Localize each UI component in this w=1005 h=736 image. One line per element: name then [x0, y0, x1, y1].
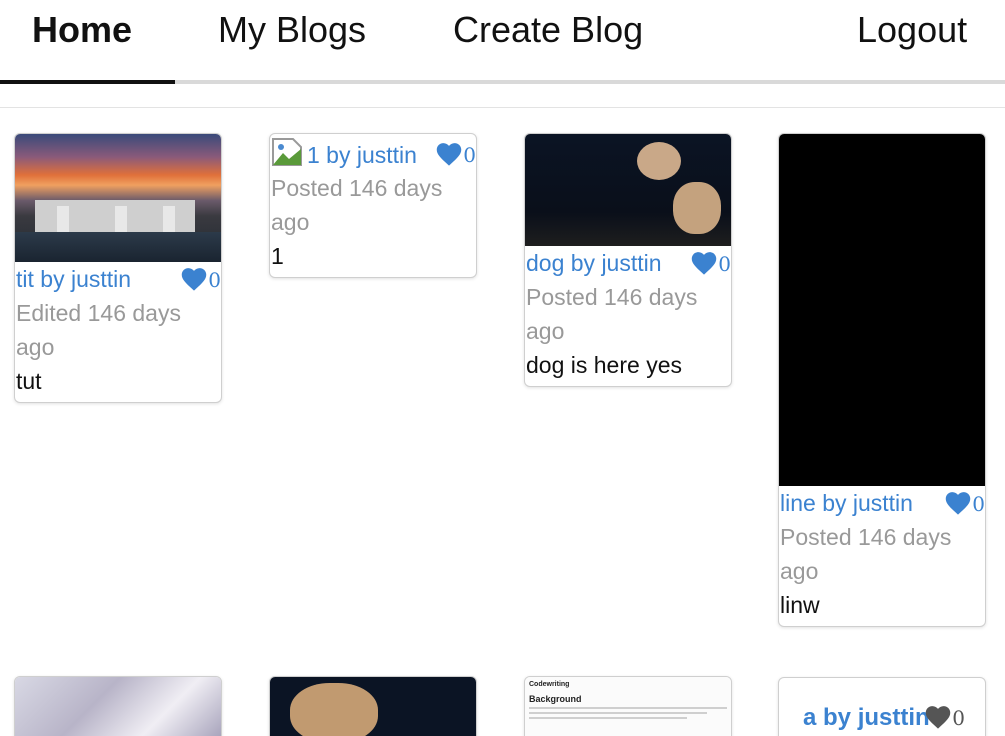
- like-count: 0: [952, 706, 965, 730]
- broken-image-icon: [272, 138, 302, 166]
- card-title[interactable]: line by justtin: [780, 490, 913, 516]
- like-button[interactable]: 0: [924, 700, 965, 735]
- blog-card[interactable]: a by justtin 0: [778, 677, 986, 736]
- like-button[interactable]: 0: [180, 262, 221, 297]
- card-image[interactable]: [525, 134, 731, 246]
- card-description: dog is here yes: [526, 352, 682, 378]
- blog-card[interactable]: line by justtin 0 Posted 146 days ago li…: [778, 133, 986, 627]
- card-title[interactable]: tit by justtin: [16, 266, 131, 292]
- dog-shape: [290, 683, 378, 736]
- heart-icon: [692, 252, 717, 275]
- heart-icon: [182, 268, 207, 291]
- nav-my-blogs[interactable]: My Blogs: [218, 8, 366, 52]
- doc-brand: Codewriting: [529, 681, 570, 688]
- water: [15, 232, 221, 262]
- doc-line: [529, 717, 688, 719]
- like-count: 0: [463, 143, 476, 167]
- like-button[interactable]: 0: [944, 486, 985, 521]
- like-button[interactable]: 0: [690, 246, 731, 281]
- nav-logout[interactable]: Logout: [857, 8, 967, 52]
- card-title[interactable]: 1 by justtin: [307, 142, 417, 168]
- doc-heading: Background: [529, 694, 582, 704]
- blog-card[interactable]: tit by justtin 0 Edited 146 days ago tut: [14, 133, 222, 403]
- card-image[interactable]: Codewriting Background: [525, 677, 731, 736]
- blog-card[interactable]: Codewriting Background: [524, 676, 732, 736]
- card-image[interactable]: [15, 134, 221, 262]
- doc-line: [529, 712, 708, 714]
- card-title[interactable]: dog by justtin: [526, 250, 662, 276]
- card-image[interactable]: [779, 134, 985, 486]
- like-count: 0: [718, 252, 731, 276]
- heart-icon: [946, 492, 971, 515]
- card-image[interactable]: [270, 677, 476, 736]
- dog-shape: [637, 142, 681, 180]
- doc-line: [529, 707, 727, 709]
- nav-home[interactable]: Home: [32, 8, 132, 52]
- dog-shape: [673, 182, 721, 234]
- like-count: 0: [208, 268, 221, 292]
- nav-create-blog[interactable]: Create Blog: [453, 8, 643, 52]
- divider: [0, 107, 1005, 108]
- blog-card[interactable]: [14, 676, 222, 736]
- like-count: 0: [972, 492, 985, 516]
- card-date: Posted 146 days ago: [526, 284, 698, 344]
- top-nav: Home My Blogs Create Blog Logout: [0, 0, 1005, 84]
- card-date: Posted 146 days ago: [780, 524, 952, 584]
- blog-card[interactable]: dog by justtin 0 Posted 146 days ago dog…: [524, 133, 732, 387]
- card-date: Posted 146 days ago: [271, 175, 443, 235]
- card-description: 1: [271, 243, 284, 269]
- card-title[interactable]: a by justtin: [803, 704, 930, 731]
- card-description: linw: [780, 592, 820, 618]
- card-date: Edited 146 days ago: [16, 300, 181, 360]
- nav-active-indicator: [0, 80, 175, 84]
- like-button[interactable]: 0: [435, 137, 476, 172]
- heart-icon: [437, 143, 462, 166]
- blog-card[interactable]: 1 by justtin 0 Posted 146 days ago 1: [269, 133, 477, 278]
- card-image[interactable]: [15, 677, 221, 736]
- blog-card[interactable]: [269, 676, 477, 736]
- heart-icon: [926, 706, 951, 729]
- card-description: tut: [16, 368, 42, 394]
